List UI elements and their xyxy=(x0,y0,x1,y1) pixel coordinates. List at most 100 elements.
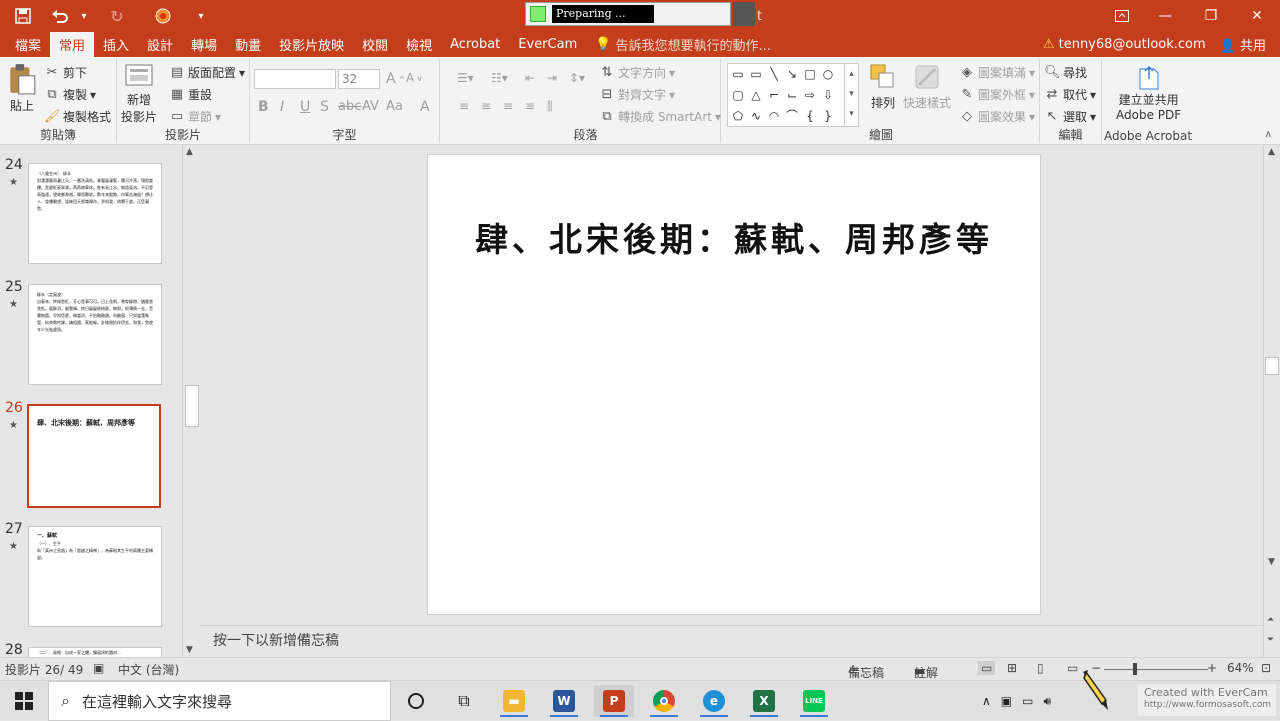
restore-button[interactable]: ❐ xyxy=(1188,0,1234,32)
cut-button[interactable]: ✂ 剪下 xyxy=(44,64,87,81)
slide-scrollbar[interactable]: ▲ ▼ ⏶ ⏷ xyxy=(1263,145,1280,657)
elbow-connector-shape-icon[interactable]: ⌐ xyxy=(766,88,782,102)
justify-button[interactable]: ≡ xyxy=(525,99,535,113)
layout-button[interactable]: ▤ 版面配置 ▾ xyxy=(169,64,245,81)
change-case-button[interactable]: Aa xyxy=(386,99,403,114)
excel-icon[interactable]: X xyxy=(744,685,784,717)
left-brace-shape-icon[interactable]: { xyxy=(802,109,818,123)
next-slide-icon[interactable]: ⏷ xyxy=(1267,635,1274,645)
reading-view-icon[interactable]: ▯ xyxy=(1037,661,1044,675)
thumbnail-scroll-thumb[interactable] xyxy=(185,385,199,427)
zoom-in-button[interactable]: + xyxy=(1207,661,1217,675)
zoom-slider[interactable] xyxy=(1104,669,1208,670)
chrome-icon[interactable] xyxy=(644,685,684,717)
shape-outline-button[interactable]: ✎ 圖案外框 ▾ xyxy=(959,86,1036,103)
text-direction-button[interactable]: ⇅ 文字方向 ▾ xyxy=(599,64,676,81)
undo-icon[interactable] xyxy=(46,0,74,32)
down-arrow-shape-icon[interactable]: ⇩ xyxy=(820,88,836,102)
notes-pane[interactable]: 按一下以新增備忘稿 xyxy=(200,625,1263,657)
center-button[interactable]: ≡ xyxy=(481,99,491,113)
shadow-button[interactable]: S xyxy=(320,99,329,115)
italic-button[interactable]: I xyxy=(280,99,284,115)
tab-evercam[interactable]: EverCam xyxy=(509,32,586,57)
arc-shape-icon[interactable]: ◠ xyxy=(766,109,782,123)
scroll-up-icon[interactable]: ▲ xyxy=(186,147,193,157)
pentagon-shape-icon[interactable]: ⬠ xyxy=(730,109,746,123)
account-email[interactable]: ⚠ tenny68@outlook.com xyxy=(1043,37,1206,52)
freeform-shape-icon[interactable]: ∿ xyxy=(748,109,764,123)
underline-button[interactable]: U xyxy=(300,99,310,115)
bold-button[interactable]: B xyxy=(258,99,269,115)
align-right-button[interactable]: ≡ xyxy=(503,99,513,113)
tell-me-box[interactable]: 💡 告訴我您想要執行的動作... xyxy=(586,32,780,57)
scroll-down-icon[interactable]: ▼ xyxy=(1268,557,1275,567)
ribbon-display-options-icon[interactable] xyxy=(1102,0,1142,32)
font-color-button[interactable]: A xyxy=(420,99,430,115)
slide-thumbnail-27[interactable]: 一、蘇軾 （一）、生平 與「黃州之息處」為「超越之精神」，為蘇軾其生平的兩種主要… xyxy=(28,526,162,627)
quick-styles-button[interactable]: 快速樣式 xyxy=(903,63,951,111)
zoom-level[interactable]: 64% xyxy=(1227,661,1254,675)
oval-shape-icon[interactable]: ○ xyxy=(820,67,836,81)
rounded-rect-shape-icon[interactable]: ▢ xyxy=(730,88,746,102)
customize-qat-icon[interactable]: ▾ xyxy=(186,0,216,32)
slide-thumbnail-28[interactable]: （二）、風格：自成一家之體，擴展詞的題材... xyxy=(28,647,162,657)
right-arrow-shape-icon[interactable]: ⇨ xyxy=(802,88,818,102)
arrow-line-shape-icon[interactable]: ↘ xyxy=(784,67,800,81)
create-pdf-button[interactable]: 建立並共用 Adobe PDF xyxy=(1116,63,1181,122)
tab-review[interactable]: 校閱 xyxy=(353,32,397,57)
align-text-button[interactable]: ⊟ 對齊文字 ▾ xyxy=(599,86,676,103)
tab-file[interactable]: 檔案 xyxy=(6,32,50,57)
select-button[interactable]: ↖ 選取 ▾ xyxy=(1044,108,1097,125)
slideshow-icon[interactable]: ▭ xyxy=(1067,661,1078,675)
task-view-icon[interactable]: ⧉ xyxy=(444,685,484,717)
gallery-scroll[interactable]: ▴ ▾ ▾ xyxy=(844,64,858,126)
scroll-up-icon[interactable]: ▲ xyxy=(1268,147,1275,157)
tab-transitions[interactable]: 轉場 xyxy=(182,32,226,57)
edge-icon[interactable]: e xyxy=(694,685,734,717)
close-button[interactable]: ✕ xyxy=(1234,0,1280,32)
slide-thumbnail-26[interactable]: 肆、北宋後期：蘇軾、周邦彥等 xyxy=(27,404,161,508)
slide-thumbnail-24[interactable]: 〔八聲甘州〕 柳永 對瀟瀟暮雨灑江天，一番洗清秋。漸霜風淒緊，關河冷落，殘照當樓… xyxy=(28,163,162,264)
right-brace-shape-icon[interactable]: } xyxy=(820,109,836,123)
slide-sorter-icon[interactable]: ⊞ xyxy=(1007,661,1017,675)
line-icon[interactable]: LINE xyxy=(794,685,834,717)
slide-title[interactable]: 肆、北宋後期：蘇軾、周邦彥等 xyxy=(428,213,1040,261)
strikethrough-button[interactable]: abc xyxy=(338,99,361,114)
volume-icon[interactable]: 🔊︎ xyxy=(1043,694,1051,709)
zoom-slider-knob[interactable] xyxy=(1133,663,1137,675)
collapse-ribbon-icon[interactable]: ∧ xyxy=(1265,129,1272,140)
reset-button[interactable]: ▦ 重設 xyxy=(169,86,212,103)
start-button[interactable] xyxy=(0,681,48,721)
font-size-input[interactable]: 32 xyxy=(338,69,380,89)
language-indicator[interactable]: 中文 (台灣) xyxy=(118,661,179,678)
normal-view-icon[interactable]: ▭ xyxy=(978,661,996,675)
battery-icon[interactable]: ▭ xyxy=(1022,694,1033,708)
replace-button[interactable]: ⇄ 取代 ▾ xyxy=(1044,86,1097,103)
char-spacing-button[interactable]: AV xyxy=(362,99,379,114)
curve-shape-icon[interactable]: ⌒ xyxy=(784,109,800,123)
numbering-button[interactable]: ☷▾ xyxy=(491,71,508,85)
smartart-button[interactable]: ⧉ 轉換成 SmartArt ▾ xyxy=(599,108,721,125)
taskbar-search[interactable]: ⌕ 在這裡輸入文字來搜尋 xyxy=(48,681,391,721)
slide-thumbnail-25[interactable]: 柳永〈定風波〉 自春來、慘綠愁紅，芳心是事可可。日上花梢，鶯穿柳帶，猶壓香衾臥。… xyxy=(28,284,162,385)
format-painter-button[interactable]: 🖌 複製格式 xyxy=(44,108,111,125)
decrease-indent-button[interactable]: ⇤ xyxy=(525,71,535,85)
shape-effects-button[interactable]: ◇ 圖案效果 ▾ xyxy=(959,108,1035,125)
tab-animations[interactable]: 動畫 xyxy=(226,32,270,57)
rectangle-shape-icon[interactable]: □ xyxy=(802,67,818,81)
camera-icon[interactable]: ▣ xyxy=(1001,694,1012,708)
word-icon[interactable]: W xyxy=(544,685,584,717)
line-spacing-button[interactable]: ↕▾ xyxy=(569,71,585,85)
paste-button[interactable]: 貼上 xyxy=(6,63,38,114)
thumbnail-scrollbar[interactable]: ▲ ▼ xyxy=(182,145,199,657)
columns-button[interactable]: ⫼ xyxy=(547,99,553,114)
find-button[interactable]: 🔍︎ 尋找 xyxy=(1044,64,1087,81)
triangle-shape-icon[interactable]: △ xyxy=(748,88,764,102)
previous-slide-icon[interactable]: ⏶ xyxy=(1267,615,1274,625)
bullets-button[interactable]: ☰▾ xyxy=(457,71,474,85)
undo-dropdown-icon[interactable]: ▾ xyxy=(74,0,94,32)
tab-view[interactable]: 檢視 xyxy=(397,32,441,57)
vertical-textbox-shape-icon[interactable]: ▭ xyxy=(748,67,764,81)
tray-overflow-icon[interactable]: ∧ xyxy=(982,694,991,708)
file-explorer-icon[interactable]: ▬ xyxy=(494,685,534,717)
